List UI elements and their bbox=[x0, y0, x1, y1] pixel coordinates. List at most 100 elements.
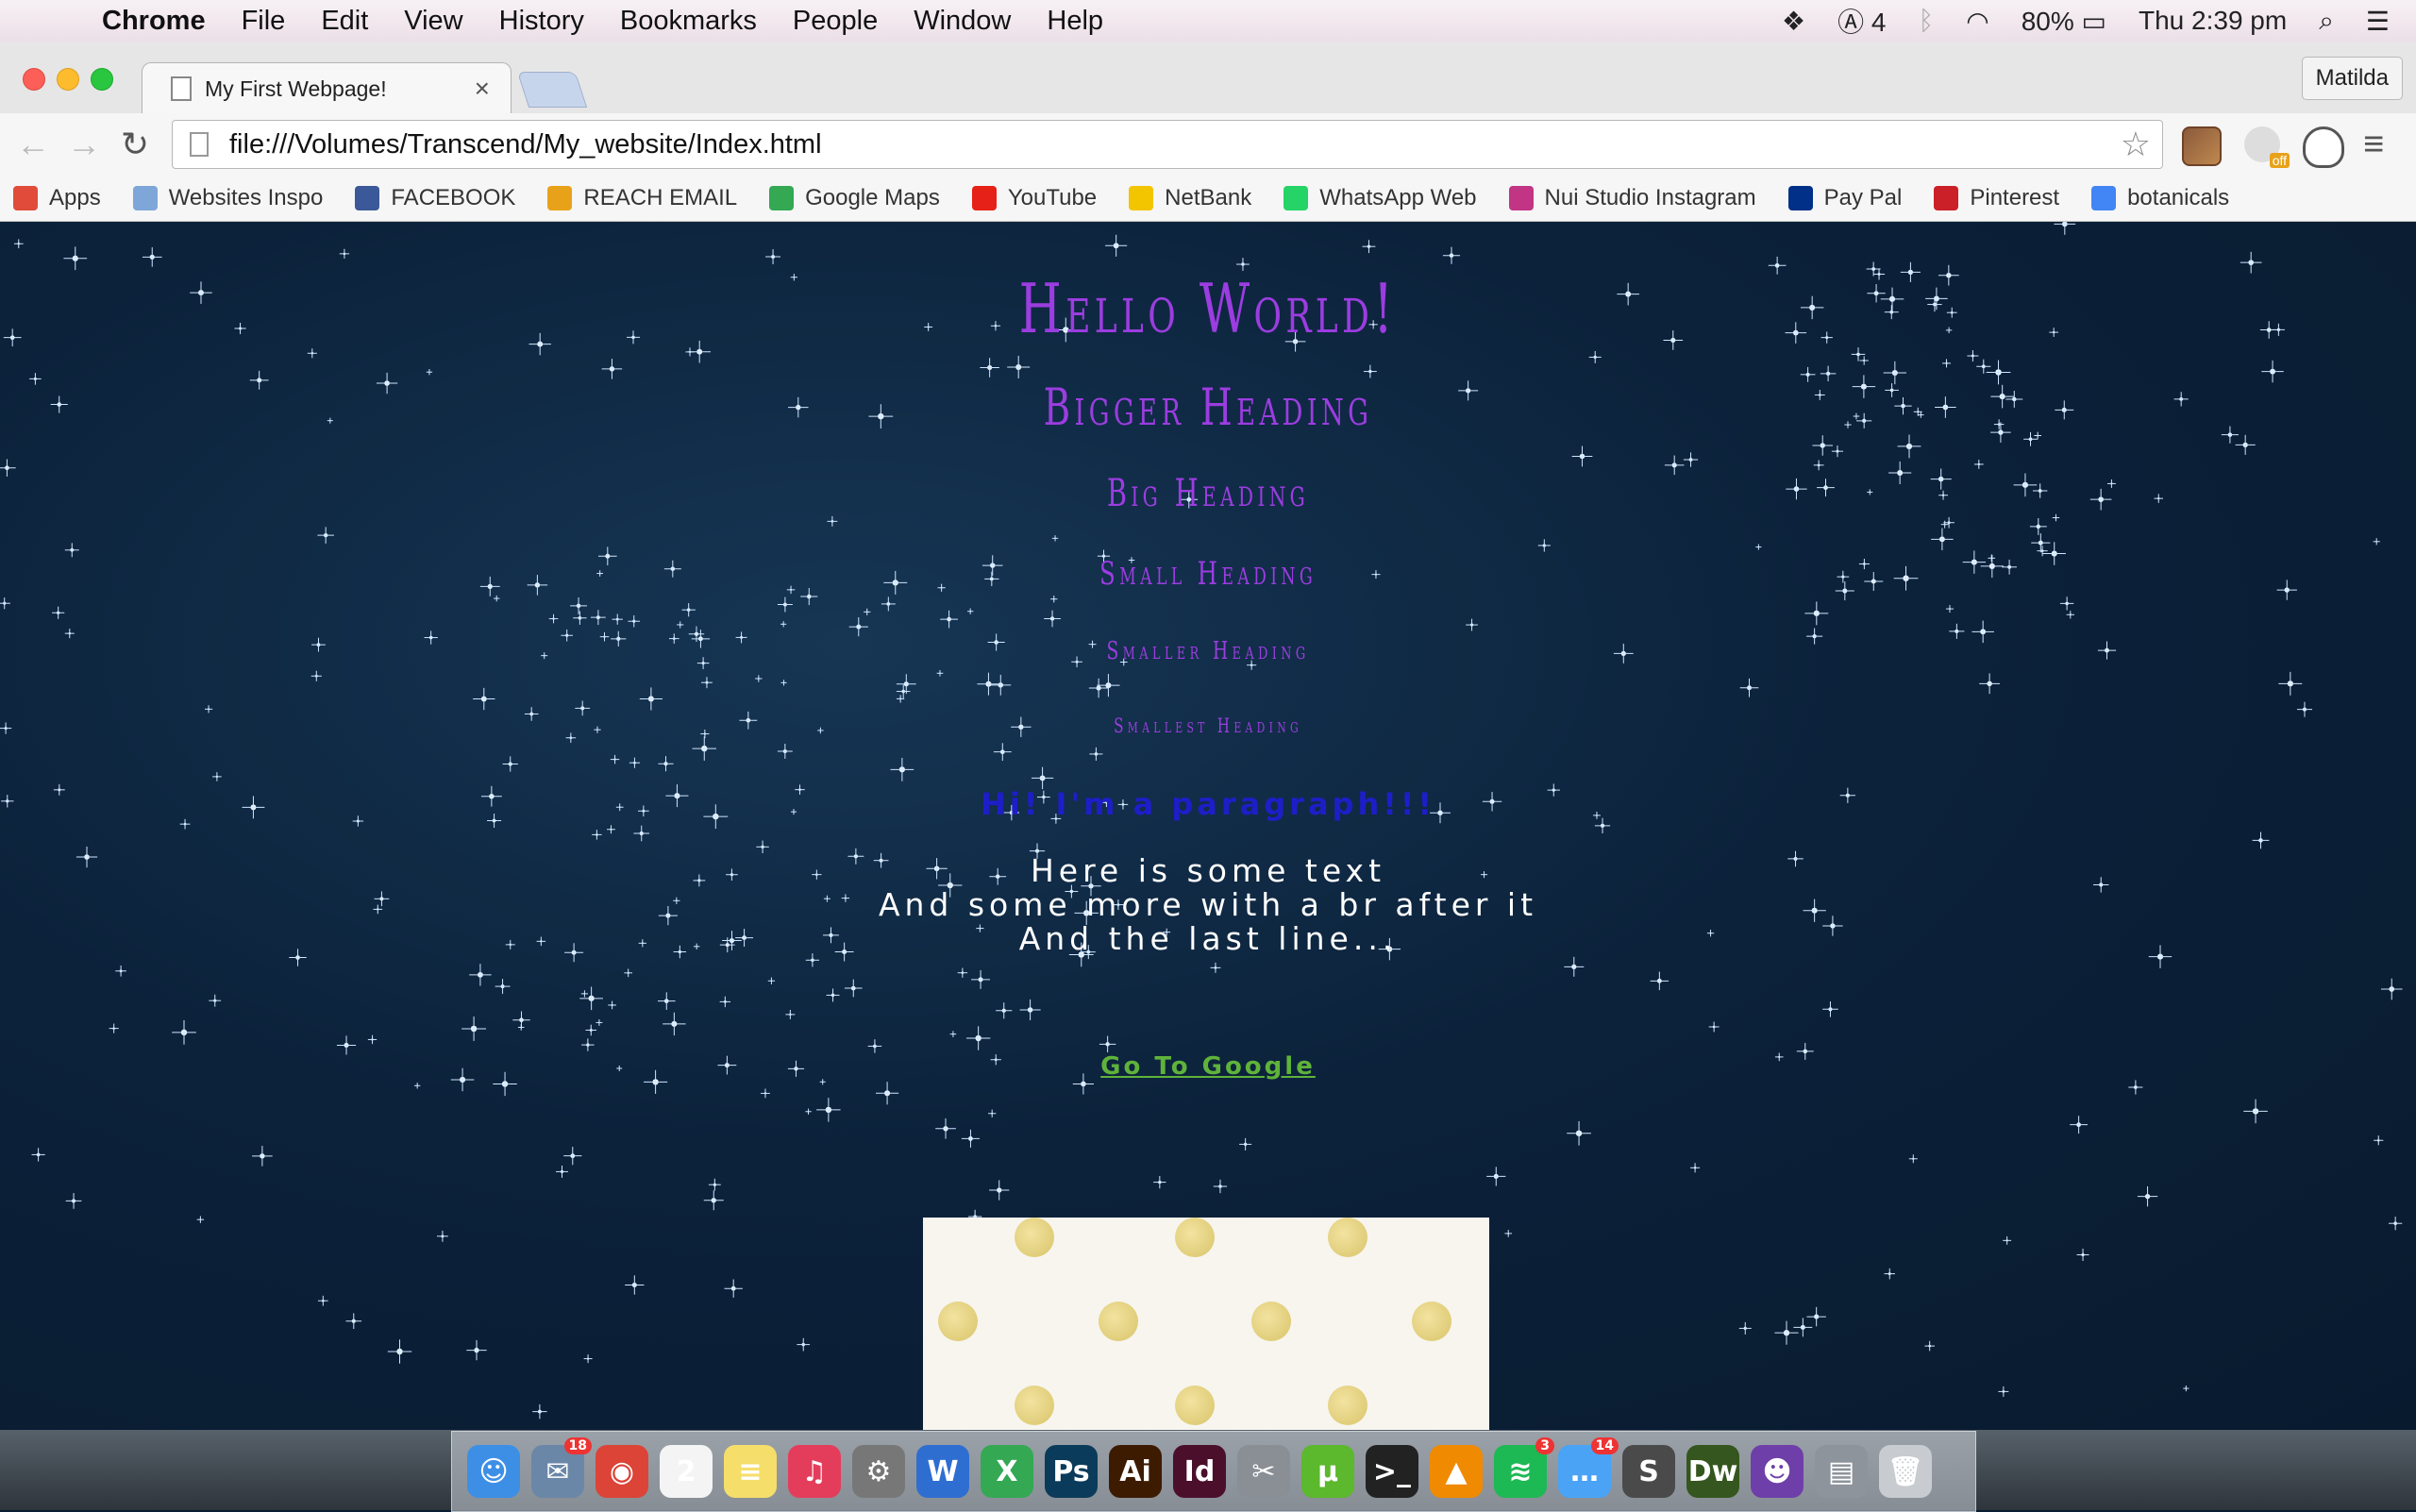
window-minimize-button[interactable] bbox=[57, 68, 79, 91]
star bbox=[1504, 1230, 1513, 1237]
star bbox=[608, 1000, 616, 1010]
go-to-google-link[interactable]: Go To Google bbox=[0, 1052, 2416, 1081]
address-bar[interactable]: file:///Volumes/Transcend/My_website/Ind… bbox=[172, 120, 2163, 169]
instagram-extension-icon[interactable] bbox=[2182, 126, 2222, 166]
finder-icon[interactable]: ☺ bbox=[467, 1445, 520, 1498]
star bbox=[65, 1193, 82, 1209]
calendar-icon[interactable]: 2 bbox=[660, 1445, 713, 1498]
profile-button[interactable]: Matilda bbox=[2301, 57, 2403, 100]
utilities-icon[interactable]: ✂ bbox=[1237, 1445, 1290, 1498]
bookmark-apps[interactable]: Apps bbox=[13, 185, 101, 211]
bookmark-youtube[interactable]: YouTube bbox=[971, 185, 1097, 211]
star bbox=[701, 677, 713, 689]
downloads-stack-icon[interactable]: ▤ bbox=[1815, 1445, 1868, 1498]
menu-view[interactable]: View bbox=[404, 6, 462, 37]
star bbox=[719, 996, 731, 1008]
spotify-icon[interactable]: ≋ 3 bbox=[1494, 1437, 1554, 1498]
bookmark-websites-inspo[interactable]: Websites Inspo bbox=[132, 185, 323, 211]
illustrator-icon[interactable]: Ai bbox=[1109, 1445, 1162, 1498]
excel-icon[interactable]: X bbox=[981, 1445, 1033, 1498]
star bbox=[1774, 1320, 1799, 1345]
reload-icon[interactable]: ↻ bbox=[109, 125, 160, 164]
window-close-button[interactable] bbox=[23, 68, 45, 91]
indesign-icon[interactable]: Id bbox=[1173, 1445, 1226, 1498]
star bbox=[2278, 671, 2303, 696]
forward-arrow-icon[interactable]: → bbox=[59, 125, 109, 164]
menu-history[interactable]: History bbox=[499, 6, 584, 37]
itunes-icon[interactable]: ♫ bbox=[788, 1445, 841, 1498]
system-preferences-icon[interactable]: ⚙ bbox=[852, 1445, 905, 1498]
window-maximize-button[interactable] bbox=[91, 68, 113, 91]
bookmark-pay-pal[interactable]: Pay Pal bbox=[1787, 185, 1902, 211]
wifi-icon[interactable]: ◠ bbox=[1966, 6, 1988, 37]
clock[interactable]: Thu 2:39 pm bbox=[2139, 6, 2287, 36]
star bbox=[756, 840, 769, 854]
battery-status[interactable]: 80% ▭ bbox=[2022, 6, 2106, 37]
star bbox=[1650, 971, 1669, 991]
star bbox=[2183, 1385, 2190, 1392]
menu-file[interactable]: File bbox=[242, 6, 286, 37]
chrome-menu-icon[interactable]: ≡ bbox=[2363, 125, 2384, 165]
star bbox=[1683, 452, 1699, 467]
sublime-icon[interactable]: S bbox=[1622, 1445, 1675, 1498]
github-icon[interactable]: ☻ bbox=[1751, 1445, 1804, 1498]
star bbox=[601, 359, 623, 379]
chrome-icon[interactable]: ◉ bbox=[596, 1445, 648, 1498]
star bbox=[2252, 832, 2270, 849]
menu-edit[interactable]: Edit bbox=[321, 6, 368, 37]
bookmark-reach-email[interactable]: REACH EMAIL bbox=[547, 185, 737, 211]
star bbox=[317, 1295, 328, 1306]
trash-icon[interactable]: 🗑 bbox=[1879, 1445, 1932, 1498]
bookmark-botanicals[interactable]: botanicals bbox=[2091, 185, 2229, 211]
page-info-icon[interactable] bbox=[190, 132, 209, 157]
url-text[interactable]: file:///Volumes/Transcend/My_website/Ind… bbox=[229, 129, 2121, 160]
menu-window[interactable]: Window bbox=[914, 6, 1011, 37]
back-arrow-icon[interactable]: ← bbox=[8, 125, 59, 164]
bookmark-netbank[interactable]: NetBank bbox=[1129, 185, 1251, 211]
go-to-google-link-text[interactable]: Go To Google bbox=[1100, 1052, 1316, 1081]
adobe-creative-cloud-icon[interactable]: Ⓐ 4 bbox=[1837, 2, 1886, 40]
bookmark-whatsapp-web[interactable]: WhatsApp Web bbox=[1284, 185, 1477, 211]
star bbox=[1567, 1120, 1591, 1146]
photoshop-icon[interactable]: Ps bbox=[1045, 1445, 1098, 1498]
messages-icon[interactable]: … 14 bbox=[1558, 1437, 1619, 1498]
adblock-extension-icon[interactable]: off bbox=[2244, 126, 2290, 168]
mail-icon[interactable]: ✉ 18 bbox=[531, 1437, 592, 1498]
star bbox=[1942, 359, 1952, 368]
menu-app-name[interactable]: Chrome bbox=[102, 6, 206, 37]
menu-help[interactable]: Help bbox=[1047, 6, 1103, 37]
star bbox=[881, 596, 896, 612]
utorrent-icon[interactable]: μ bbox=[1301, 1445, 1354, 1498]
spotlight-search-icon[interactable]: ⌕ bbox=[2319, 6, 2334, 37]
star bbox=[249, 370, 269, 390]
dock-glyph: … bbox=[1570, 1454, 1599, 1488]
vlc-icon[interactable]: ▲ bbox=[1430, 1445, 1483, 1498]
tab-close-icon[interactable]: × bbox=[475, 74, 490, 104]
star bbox=[629, 757, 641, 768]
word-icon[interactable]: W bbox=[916, 1445, 969, 1498]
bookmark-pinterest[interactable]: Pinterest bbox=[1934, 185, 2059, 211]
bookmark-label: Nui Studio Instagram bbox=[1544, 185, 1756, 210]
tab-my-first-webpage[interactable]: My First Webpage! × bbox=[142, 62, 512, 114]
dropbox-icon[interactable]: ❖ bbox=[1782, 6, 1805, 37]
bookmark-star-icon[interactable]: ☆ bbox=[2121, 125, 2151, 164]
menu-bookmarks[interactable]: Bookmarks bbox=[620, 6, 757, 37]
dock-glyph: Id bbox=[1183, 1454, 1216, 1488]
star bbox=[252, 1146, 273, 1167]
bookmark-label: Google Maps bbox=[805, 185, 940, 210]
dreamweaver-icon[interactable]: Dw bbox=[1686, 1445, 1739, 1498]
bookmark-google-maps[interactable]: Google Maps bbox=[769, 185, 940, 211]
menu-people[interactable]: People bbox=[793, 6, 878, 37]
star bbox=[563, 1147, 582, 1166]
star bbox=[1945, 605, 1955, 613]
new-tab-button[interactable] bbox=[516, 72, 588, 108]
star bbox=[988, 1109, 997, 1117]
notes-icon[interactable]: ≡ bbox=[724, 1445, 777, 1498]
star bbox=[234, 322, 246, 335]
terminal-icon[interactable]: >_ bbox=[1366, 1445, 1418, 1498]
notification-center-icon[interactable]: ☰ bbox=[2366, 6, 2390, 37]
ghostery-extension-icon[interactable] bbox=[2303, 126, 2344, 168]
bookmark-nui-studio-instagram[interactable]: Nui Studio Instagram bbox=[1508, 185, 1756, 211]
bookmark-facebook[interactable]: FACEBOOK bbox=[355, 185, 515, 211]
bluetooth-icon[interactable]: ᛒ bbox=[1918, 6, 1934, 36]
